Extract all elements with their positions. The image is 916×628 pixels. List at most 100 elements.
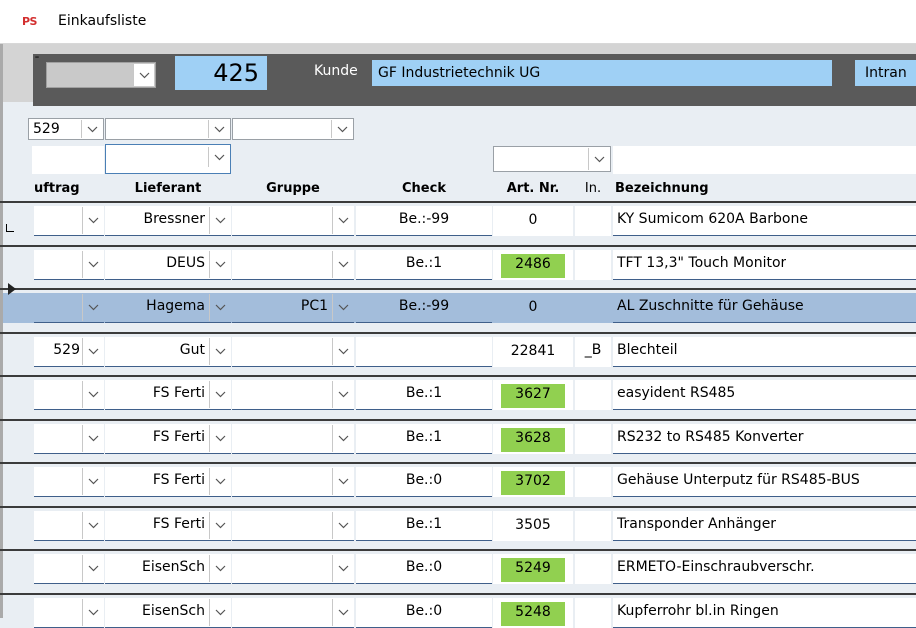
in-field[interactable]	[575, 380, 611, 410]
kunde-field[interactable]: GF Industrietechnik UG	[372, 60, 832, 86]
auftrag-filter-combo[interactable]: 529	[28, 118, 104, 140]
bezeichnung-field[interactable]: TFT 13,3" Touch Monitor	[613, 250, 916, 280]
check-field[interactable]: Be.:1	[356, 250, 492, 280]
column-header[interactable]: Art. Nr.	[493, 181, 573, 196]
column-header[interactable]: In.	[575, 181, 611, 196]
auftrag-combo[interactable]	[34, 424, 104, 454]
check-field[interactable]: Be.:0	[356, 554, 492, 584]
column-header[interactable]: Gruppe	[232, 181, 354, 196]
order-number-field[interactable]: 425	[175, 56, 267, 90]
check-field[interactable]: Be.:1	[356, 424, 492, 454]
bezeichnung-field[interactable]: KY Sumicom 620A Barbone	[613, 206, 916, 236]
auftrag-combo[interactable]	[34, 293, 104, 323]
chevron-down-icon[interactable]	[332, 338, 353, 365]
in-field[interactable]	[575, 250, 611, 280]
chevron-down-icon[interactable]	[82, 512, 103, 539]
chevron-down-icon[interactable]	[332, 512, 353, 539]
chevron-down-icon[interactable]	[332, 425, 353, 452]
lieferant-combo[interactable]: FS Ferti	[105, 380, 231, 410]
bezeichnung-field[interactable]: easyident RS485	[613, 380, 916, 410]
chevron-down-icon[interactable]	[332, 251, 353, 278]
auftrag-combo[interactable]	[34, 206, 104, 236]
gruppe-combo[interactable]: PC1	[232, 293, 354, 323]
gruppe-combo[interactable]	[232, 598, 354, 628]
lieferant-combo[interactable]: Gut	[105, 337, 231, 367]
lieferant-combo[interactable]: EisenSch	[105, 598, 231, 628]
check-field[interactable]: Be.:-99	[356, 206, 492, 236]
bezeichnung-field[interactable]: Blechteil	[613, 337, 916, 367]
in-field[interactable]	[575, 511, 611, 541]
chevron-down-icon[interactable]	[209, 468, 230, 495]
check-field[interactable]: Be.:1	[356, 380, 492, 410]
gruppe-combo[interactable]	[232, 337, 354, 367]
bezeichnung-field[interactable]: Kupferrohr bl.in Ringen	[613, 598, 916, 628]
bezeichnung-field[interactable]: RS232 to RS485 Konverter	[613, 424, 916, 454]
chevron-down-icon[interactable]	[209, 338, 230, 365]
chevron-down-icon[interactable]	[81, 120, 102, 138]
chevron-down-icon[interactable]	[82, 207, 103, 234]
lieferant-combo[interactable]: Hagema	[105, 293, 231, 323]
gruppe-combo[interactable]	[232, 554, 354, 584]
lieferant-combo[interactable]: FS Ferti	[105, 511, 231, 541]
gruppe-filter-combo[interactable]	[232, 118, 354, 140]
column-header[interactable]: Bezeichnung	[615, 181, 915, 196]
chevron-down-icon[interactable]	[82, 294, 103, 321]
in-field[interactable]	[575, 554, 611, 584]
gruppe-combo[interactable]	[232, 511, 354, 541]
chevron-down-icon[interactable]	[332, 555, 353, 582]
chevron-down-icon[interactable]	[332, 381, 353, 408]
chevron-down-icon[interactable]	[332, 207, 353, 234]
chevron-down-icon[interactable]	[209, 425, 230, 452]
chevron-down-icon[interactable]	[133, 64, 154, 86]
bezeichnung-field[interactable]: Gehäuse Unterputz für RS485-BUS	[613, 467, 916, 497]
artnr-field[interactable]: 5249	[493, 554, 573, 584]
column-header[interactable]: Lieferant	[105, 181, 231, 196]
lieferant-combo[interactable]: EisenSch	[105, 554, 231, 584]
bezeichnung-field[interactable]: ERMETO-Einschraubverschr.	[613, 554, 916, 584]
artnr-search-combo[interactable]	[493, 146, 611, 172]
chevron-down-icon[interactable]	[332, 468, 353, 495]
chevron-down-icon[interactable]	[82, 338, 103, 365]
in-field[interactable]	[575, 424, 611, 454]
lieferant-combo[interactable]: DEUS	[105, 250, 231, 280]
check-field[interactable]	[356, 337, 492, 367]
in-field[interactable]: _B	[575, 337, 611, 367]
chevron-down-icon[interactable]	[209, 294, 230, 321]
gruppe-combo[interactable]	[232, 424, 354, 454]
artnr-field[interactable]: 0	[493, 206, 573, 236]
chevron-down-icon[interactable]	[82, 468, 103, 495]
in-field[interactable]	[575, 467, 611, 497]
lieferant-search-combo[interactable]	[105, 144, 231, 174]
bezeichnung-field[interactable]: AL Zuschnitte für Gehäuse	[613, 293, 916, 323]
auftrag-combo[interactable]	[34, 467, 104, 497]
lieferant-combo[interactable]: FS Ferti	[105, 424, 231, 454]
bezeichnung-search-field[interactable]	[613, 146, 916, 174]
auftrag-combo[interactable]	[34, 250, 104, 280]
auftrag-combo[interactable]	[34, 554, 104, 584]
lieferant-filter-combo[interactable]	[105, 118, 231, 140]
record-selector-icon[interactable]	[8, 283, 18, 299]
chevron-down-icon[interactable]	[82, 381, 103, 408]
chevron-down-icon[interactable]	[209, 599, 230, 626]
auftrag-combo[interactable]	[34, 380, 104, 410]
chevron-down-icon[interactable]	[209, 555, 230, 582]
gruppe-combo[interactable]	[232, 467, 354, 497]
intranet-field[interactable]: Intran	[855, 60, 916, 86]
artnr-field[interactable]: 3505	[493, 511, 573, 541]
chevron-down-icon[interactable]	[332, 599, 353, 626]
check-field[interactable]: Be.:1	[356, 511, 492, 541]
artnr-field[interactable]: 22841	[493, 337, 573, 367]
gruppe-combo[interactable]	[232, 250, 354, 280]
chevron-down-icon[interactable]	[82, 251, 103, 278]
check-field[interactable]: Be.:-99	[356, 293, 492, 323]
artnr-field[interactable]: 3627	[493, 380, 573, 410]
auftrag-combo[interactable]: 529	[34, 337, 104, 367]
check-field[interactable]: Be.:0	[356, 598, 492, 628]
artnr-field[interactable]: 2486	[493, 250, 573, 280]
column-header[interactable]: Check	[356, 181, 492, 196]
chevron-down-icon[interactable]	[82, 425, 103, 452]
chevron-down-icon[interactable]	[209, 381, 230, 408]
bezeichnung-field[interactable]: Transponder Anhänger	[613, 511, 916, 541]
in-field[interactable]	[575, 293, 611, 323]
chevron-down-icon[interactable]	[588, 148, 609, 170]
